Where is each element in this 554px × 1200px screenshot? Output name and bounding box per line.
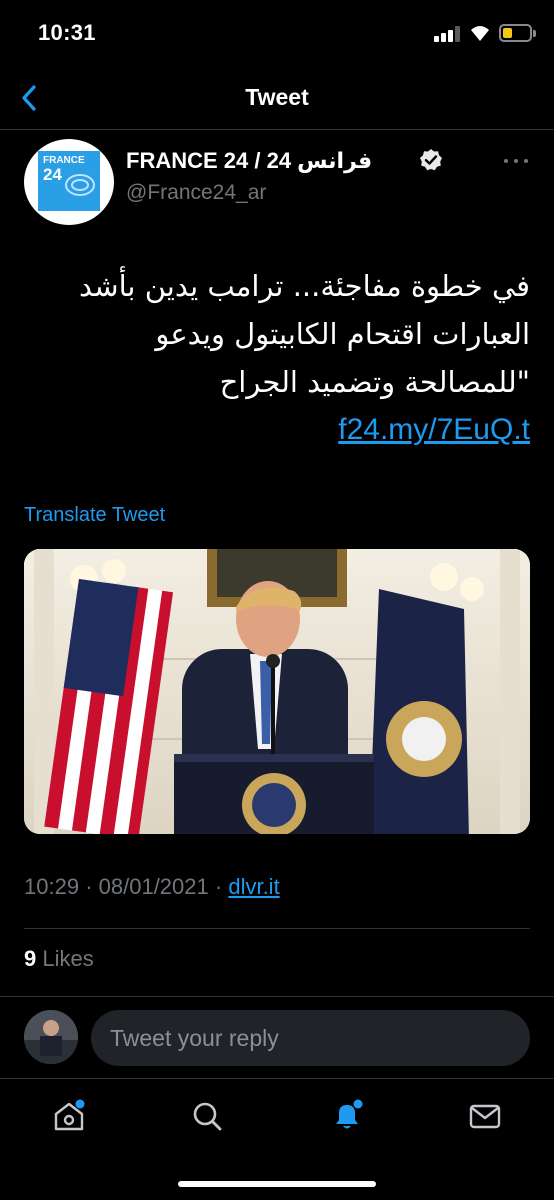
battery-icon — [499, 24, 532, 42]
nav-bar: Tweet — [0, 66, 554, 130]
tweet-text-line: "للمصالحة وتضميد الجراح — [219, 365, 530, 399]
meta-separator: · — [85, 874, 99, 899]
verified-badge-icon — [420, 149, 442, 171]
tweet-text-line: العبارات اقتحام الكابيتول ويدعو — [155, 317, 530, 351]
home-indicator — [178, 1181, 376, 1187]
battery-cap — [533, 30, 536, 37]
tweet-link[interactable]: f24.my/7EuQ.t — [24, 406, 530, 454]
messages-icon[interactable] — [468, 1099, 502, 1133]
display-name[interactable]: FRANCE 24 / 24 فرانس — [126, 148, 372, 174]
wifi-icon — [471, 26, 489, 41]
likes-count[interactable]: 9 Likes — [24, 946, 94, 972]
more-options-icon[interactable] — [504, 156, 530, 166]
tweet-time: 10:29 — [24, 874, 80, 899]
meta-separator: · — [214, 874, 229, 899]
tweet-meta: 10:29 · 08/01/2021 · dlvr.it — [24, 874, 280, 900]
avatar-brand-sub: عربي — [74, 197, 101, 208]
user-avatar[interactable] — [24, 1010, 78, 1064]
search-icon[interactable] — [190, 1099, 224, 1133]
handle[interactable]: @France24_ar — [126, 181, 266, 205]
avatar[interactable]: FRANCE 24 عربي — [24, 139, 114, 225]
reply-bar — [0, 996, 554, 1078]
translate-tweet-link[interactable]: Translate Tweet — [24, 504, 165, 527]
status-bar: 10:31 — [0, 0, 554, 66]
battery-level — [503, 28, 512, 38]
tweet-text-line: في خطوة مفاجئة... ترامب يدين بأشد — [79, 269, 530, 303]
avatar-brand-line2: 24 — [43, 165, 62, 184]
tweet-media-image[interactable] — [24, 549, 530, 834]
likes-number: 9 — [24, 946, 37, 971]
divider — [24, 928, 530, 929]
notifications-icon[interactable] — [330, 1099, 364, 1133]
tweet-text: في خطوة مفاجئة... ترامب يدين بأشد العبار… — [24, 262, 530, 454]
status-time: 10:31 — [38, 20, 96, 45]
reply-input[interactable] — [91, 1010, 530, 1066]
page-title: Tweet — [245, 84, 309, 110]
cellular-signal-icon — [434, 26, 462, 42]
tweet-source-link[interactable]: dlvr.it — [228, 874, 279, 899]
media-photo — [24, 549, 530, 834]
user-avatar-image — [24, 1010, 78, 1064]
likes-label: Likes — [42, 946, 94, 971]
tweet-date: 08/01/2021 — [98, 874, 209, 899]
home-icon[interactable] — [52, 1099, 86, 1133]
